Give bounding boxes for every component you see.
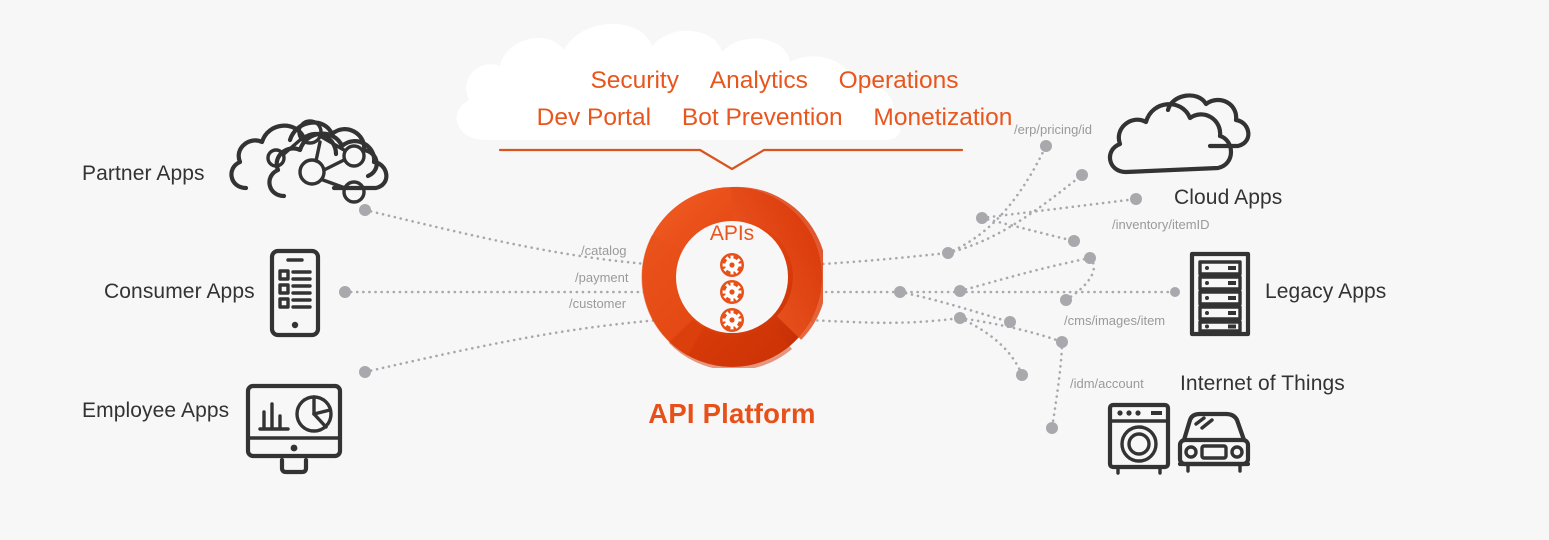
connector-node bbox=[1060, 294, 1072, 306]
connector-node bbox=[1004, 316, 1016, 328]
callout-item-security[interactable]: Security bbox=[578, 67, 691, 94]
api-path-label-customer: /customer bbox=[569, 296, 627, 311]
callout-item-bot-prevention[interactable]: Bot Prevention bbox=[670, 104, 855, 131]
callout-item-analytics[interactable]: Analytics bbox=[698, 67, 820, 94]
desktop-analytics-icon bbox=[245, 383, 343, 475]
api-path-label-erp-pricing: /erp/pricing/id bbox=[1014, 122, 1093, 137]
callout-item-operations[interactable]: Operations bbox=[827, 67, 971, 94]
callout-item-dev-portal[interactable]: Dev Portal bbox=[525, 104, 663, 131]
washing-machine-icon bbox=[1107, 402, 1171, 475]
connector-node bbox=[1084, 252, 1096, 264]
group-label-legacy-apps: Legacy Apps bbox=[1265, 280, 1387, 303]
group-label-internet-of-things: Internet of Things bbox=[1180, 372, 1345, 395]
connector-node bbox=[1056, 336, 1068, 348]
api-path-label-payment: /payment bbox=[575, 270, 629, 285]
connector-node bbox=[954, 312, 966, 324]
connector-node bbox=[942, 247, 954, 259]
connector-node bbox=[1046, 422, 1058, 434]
gear-icon[interactable] bbox=[720, 280, 744, 304]
gear-icon[interactable] bbox=[720, 253, 744, 277]
api-path-label-cms-images: /cms/images/item bbox=[1064, 313, 1166, 328]
connector-node bbox=[976, 212, 988, 224]
server-rack-icon bbox=[1189, 251, 1251, 337]
api-path-label-inventory: /inventory/itemID bbox=[1112, 217, 1210, 232]
connector-node bbox=[1076, 169, 1088, 181]
connector-node bbox=[1016, 369, 1028, 381]
connector-node bbox=[339, 286, 351, 298]
connector-node bbox=[1068, 235, 1080, 247]
callout-row-capabilities-2: Dev Portal Bot Prevention Monetization bbox=[0, 104, 1549, 132]
group-label-consumer-apps: Consumer Apps bbox=[104, 280, 255, 303]
connector-node bbox=[954, 285, 966, 297]
group-label-partner-apps: Partner Apps bbox=[82, 162, 205, 185]
callout-item-monetization[interactable]: Monetization bbox=[861, 104, 1024, 131]
callout-bracket bbox=[498, 148, 964, 171]
connector-node bbox=[359, 204, 371, 216]
connector-node bbox=[1130, 193, 1142, 205]
connector-node bbox=[894, 286, 906, 298]
connector-node bbox=[1170, 287, 1180, 297]
gear-icon[interactable] bbox=[720, 308, 744, 332]
connector-node bbox=[359, 366, 371, 378]
callout-row-capabilities-1: Security Analytics Operations bbox=[0, 67, 1549, 95]
car-icon bbox=[1177, 411, 1251, 473]
api-path-label-catalog: /catalog bbox=[581, 243, 627, 258]
connector-node bbox=[1040, 140, 1052, 152]
cloud-network-icon bbox=[229, 119, 389, 204]
page-title: API Platform bbox=[648, 398, 816, 429]
group-label-cloud-apps: Cloud Apps bbox=[1174, 186, 1283, 209]
group-label-employee-apps: Employee Apps bbox=[82, 399, 230, 422]
smartphone-icon bbox=[269, 248, 321, 338]
left-connectors bbox=[339, 204, 662, 378]
apis-label: APIs bbox=[709, 222, 755, 245]
api-path-label-idm-account: /idm/account bbox=[1070, 376, 1144, 391]
api-platform-diagram: Security Analytics Operations Dev Portal… bbox=[0, 0, 1549, 540]
